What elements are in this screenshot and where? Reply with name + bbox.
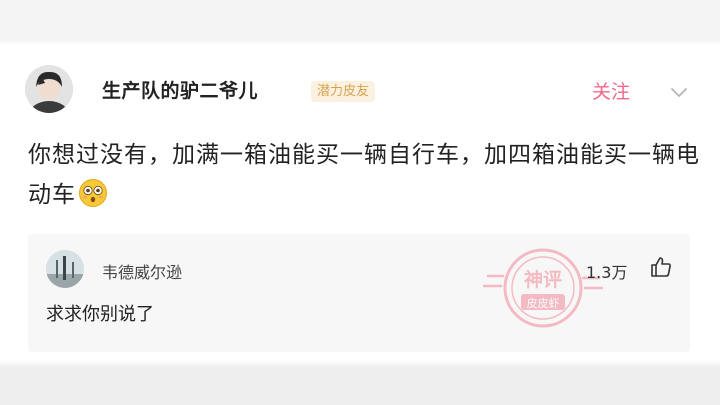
page: 生产队的驴二爷儿 潜力皮友 关注 你想过没有，加满一箱油能买一辆自行车，加四箱油… — [0, 0, 720, 405]
chevron-down-icon[interactable] — [668, 81, 690, 103]
avatar[interactable] — [25, 65, 73, 113]
follow-button[interactable]: 关注 — [592, 77, 630, 104]
comment-username[interactable]: 韦德威尔逊 — [102, 259, 182, 283]
stamp-subtitle: 皮皮虾 — [527, 297, 560, 310]
post-text-block: 你想过没有，加满一箱油能买一辆自行车，加四箱油能买一辆电动车 — [28, 135, 708, 215]
post-card: 生产队的驴二爷儿 潜力皮友 关注 你想过没有，加满一箱油能买一辆自行车，加四箱油… — [0, 45, 720, 360]
hot-comment-stamp-icon: 神评 皮皮虾 — [483, 248, 603, 328]
post-text: 你想过没有，加满一箱油能买一辆自行车，加四箱油能买一辆电动车 — [28, 142, 700, 208]
comment-avatar-image — [46, 250, 84, 288]
user-badge: 潜力皮友 — [311, 81, 376, 102]
like-count: 1.3万 — [586, 263, 628, 282]
flushed-face-icon — [79, 179, 107, 207]
comment-avatar[interactable] — [46, 250, 84, 288]
stamp-title: 神评 — [524, 268, 562, 291]
thumbs-up-icon[interactable] — [649, 255, 673, 279]
avatar-image — [25, 65, 73, 113]
hot-comment[interactable]: 韦德威尔逊 求求你别说了 神评 皮皮虾 1.3万 — [28, 234, 690, 352]
post-username[interactable]: 生产队的驴二爷儿 — [102, 76, 258, 103]
comment-text: 求求你别说了 — [46, 304, 154, 325]
